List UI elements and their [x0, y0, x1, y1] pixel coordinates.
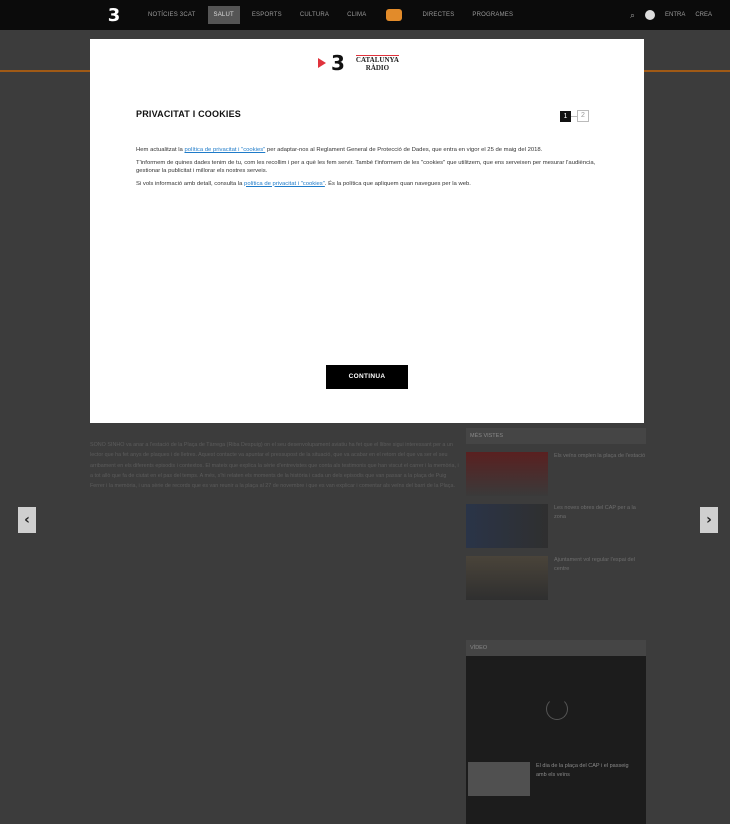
top-nav-bar: 3 NOTÍCIES 3CAT SALUT ESPORTS CULTURA CL…	[0, 0, 730, 30]
video-thumbnail[interactable]	[468, 762, 530, 796]
video-panel-title: VÍDEO	[466, 640, 646, 656]
login-link[interactable]: ENTRA	[665, 12, 685, 18]
sidebar-title: MÉS VISTES	[466, 428, 646, 444]
nav-item-salut[interactable]: SALUT	[207, 6, 240, 24]
modal-logo: 3 CATALUNYA RÀDIO	[318, 51, 399, 75]
signup-link[interactable]: CREA	[695, 12, 712, 18]
nav-item-programes[interactable]: PROGRAMES	[466, 6, 519, 24]
sidebar-item[interactable]: Ajuntament vol regular l'espai del centr…	[466, 556, 646, 600]
modal-paragraph-2: T'informem de quines dades tenim de tu, …	[136, 159, 596, 175]
pager-page-1[interactable]: 1	[560, 110, 571, 122]
p3-text-after: . És la política que apliquem quan naveg…	[324, 180, 471, 187]
nav-items: 3 NOTÍCIES 3CAT SALUT ESPORTS CULTURA CL…	[92, 0, 519, 30]
sidebar-caption[interactable]: Les noves obres del CAP per a la zona	[554, 504, 646, 548]
modal-paragraph-3: Si vols informació amb detall, consulta …	[136, 180, 600, 189]
sidebar-thumbnail[interactable]	[466, 504, 548, 548]
loading-spinner-icon	[546, 698, 568, 720]
nav-item-clima[interactable]: CLIMA	[341, 6, 372, 24]
sidebar-most-viewed: MÉS VISTES Els veïns omplen la plaça de …	[466, 428, 646, 600]
modal-body: Hem actualitzat la política de privacita…	[136, 146, 600, 192]
logo-3cat[interactable]: 3	[92, 5, 136, 26]
cookie-consent-modal: 3 CATALUNYA RÀDIO PRIVACITAT I COOKIES 1…	[90, 39, 644, 423]
next-arrow-icon[interactable]: ›	[700, 507, 718, 533]
sidebar-item[interactable]: Els veïns omplen la plaça de l'estació	[466, 452, 646, 496]
radio-logo-line2: RÀDIO	[365, 63, 390, 72]
article-paragraph: SONO SINHO va anar a l'estació de la Pla…	[90, 442, 459, 490]
privacy-policy-link-2[interactable]: política de privacitat i "cookies"	[244, 181, 325, 187]
sidebar-item[interactable]: Les noves obres del CAP per a la zona	[466, 504, 646, 548]
video-caption[interactable]: El dia de la plaça del CAP i el passeig …	[536, 762, 636, 780]
search-icon[interactable]: ⌕	[630, 10, 635, 21]
radio-logo-line1: CATALUNYA	[355, 55, 399, 64]
brand-icon	[386, 9, 403, 21]
user-area: ⌕ ENTRA CREA	[630, 0, 712, 30]
modal-pager: 1 2	[560, 110, 589, 122]
catalunya-radio-logo: CATALUNYA RÀDIO	[355, 54, 399, 72]
video-panel: VÍDEO El dia de la plaça del CAP i el pa…	[466, 640, 646, 824]
user-icon[interactable]	[644, 10, 655, 20]
continue-button[interactable]: CONTINUA	[326, 365, 408, 389]
modal-title: PRIVACITAT I COOKIES	[136, 109, 242, 119]
play-triangle-icon	[318, 58, 326, 68]
p1-text-after: per adaptar-nos al Reglament General de …	[265, 147, 543, 153]
logo-3: 3	[331, 51, 345, 75]
modal-paragraph-1: Hem actualitzat la política de privacita…	[136, 146, 600, 155]
nav-item-cultura[interactable]: CULTURA	[294, 6, 335, 24]
sidebar-thumbnail[interactable]	[466, 452, 548, 496]
nav-item-directes[interactable]: DIRECTES	[416, 6, 460, 24]
article-body: SONO SINHO va anar a l'estació de la Pla…	[90, 440, 460, 491]
prev-arrow-icon[interactable]: ‹	[18, 507, 36, 533]
p1-text-before: Hem actualitzat la	[136, 147, 185, 153]
pager-page-2[interactable]: 2	[577, 110, 589, 122]
sidebar-thumbnail[interactable]	[466, 556, 548, 600]
sidebar-caption[interactable]: Ajuntament vol regular l'espai del centr…	[554, 556, 646, 600]
p3-text-before: Si vols informació amb detall, consulta …	[136, 180, 245, 187]
privacy-policy-link[interactable]: política de privacitat i "cookies"	[184, 147, 265, 153]
sidebar-caption[interactable]: Els veïns omplen la plaça de l'estació	[554, 452, 645, 496]
nav-item-esports[interactable]: ESPORTS	[246, 6, 288, 24]
nav-item-noticies[interactable]: NOTÍCIES 3CAT	[142, 6, 202, 24]
